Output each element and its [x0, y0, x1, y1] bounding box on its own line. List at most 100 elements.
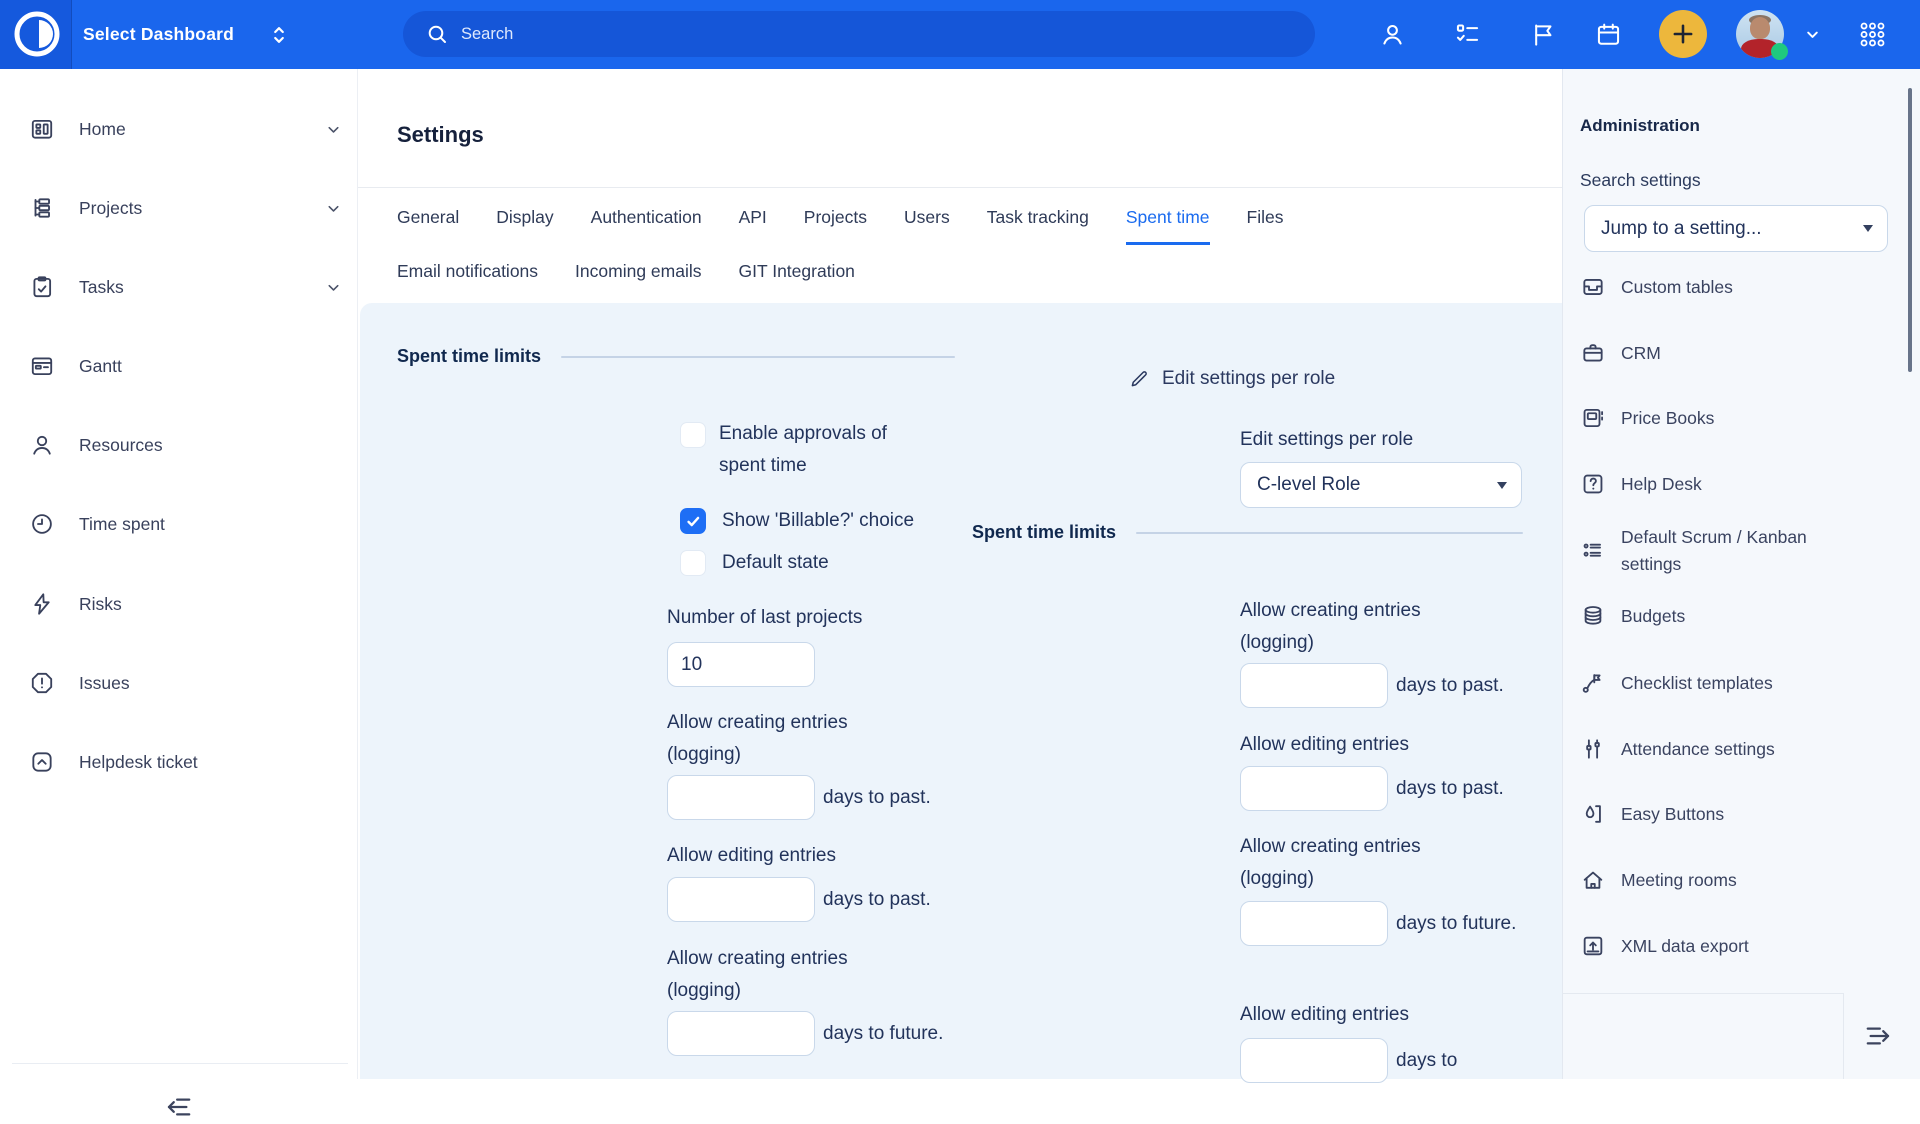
admin-item-custom-tables[interactable]: Custom tables: [1580, 263, 1910, 311]
sidebar-item-home[interactable]: Home: [0, 105, 358, 153]
global-search[interactable]: [403, 11, 1315, 57]
lightning-icon: [29, 591, 55, 617]
sidebar-collapse-button[interactable]: [163, 1090, 197, 1124]
chevron-down-icon[interactable]: [325, 121, 342, 138]
list-bullets-icon: [1580, 538, 1606, 564]
tab-api[interactable]: API: [739, 207, 767, 245]
admin-item-label: Custom tables: [1621, 274, 1733, 301]
calendar-button[interactable]: [1595, 0, 1622, 69]
tab-task-tracking[interactable]: Task tracking: [987, 207, 1089, 245]
admin-item-help-desk[interactable]: Help Desk: [1580, 460, 1910, 508]
sidebar-item-label: Tasks: [79, 277, 124, 298]
role-allow-editing-days-past-input[interactable]: [1240, 766, 1388, 811]
app-logo-icon: [12, 9, 62, 64]
sidebar-item-helpdesk-ticket[interactable]: Helpdesk ticket: [0, 738, 358, 786]
scrollbar-thumb[interactable]: [1908, 88, 1912, 372]
jump-to-setting-select[interactable]: Jump to a setting...: [1584, 205, 1888, 252]
field-suffix: days to past.: [823, 889, 931, 910]
field-label-allow-editing-entries: Allow editing entries: [667, 840, 836, 872]
clipboard-check-icon: [29, 274, 55, 300]
role-allow-creating-days-past-input[interactable]: [1240, 663, 1388, 708]
profile-menu-button[interactable]: [1801, 0, 1824, 69]
flag-path-icon: [1580, 670, 1606, 696]
chevron-down-icon[interactable]: [325, 279, 342, 296]
chevron-down-icon: [1801, 23, 1824, 46]
sidebar-item-label: Issues: [79, 673, 130, 694]
tab-authentication[interactable]: Authentication: [591, 207, 702, 245]
avatar-face: [1750, 17, 1770, 39]
tab-git-integration[interactable]: GIT Integration: [739, 261, 855, 296]
tab-general[interactable]: General: [397, 207, 459, 245]
admin-item-price-books[interactable]: Price Books: [1580, 394, 1910, 442]
admin-item-easy-buttons[interactable]: Easy Buttons: [1580, 790, 1910, 838]
search-icon: [425, 22, 449, 46]
checkbox-show-billable[interactable]: [680, 508, 706, 534]
role-field-label-allow-creating: Allow creating entries (logging): [1240, 595, 1452, 658]
sidebar-item-projects[interactable]: Projects: [0, 184, 358, 232]
role-field-label-allow-editing-future: Allow editing entries: [1240, 999, 1409, 1031]
tab-projects[interactable]: Projects: [804, 207, 867, 245]
role-select[interactable]: C-level Role: [1240, 462, 1522, 508]
tab-spent-time[interactable]: Spent time: [1126, 207, 1210, 245]
field-row: days to future.: [1240, 901, 1524, 946]
sidebar-item-label: Projects: [79, 198, 142, 219]
caret-down-icon: [1863, 225, 1873, 232]
tab-users[interactable]: Users: [904, 207, 950, 245]
admin-item-checklist-templates[interactable]: Checklist templates: [1580, 659, 1910, 707]
section-rule: [561, 356, 955, 358]
tab-display[interactable]: Display: [496, 207, 553, 245]
role-allow-creating-days-future-input[interactable]: [1240, 901, 1388, 946]
dashboard-selector[interactable]: Select Dashboard: [83, 0, 292, 69]
sidebar-item-risks[interactable]: Risks: [0, 580, 358, 628]
checklist-icon: [1454, 21, 1481, 48]
allow-editing-days-past-input[interactable]: [667, 877, 815, 922]
app-logo-zone[interactable]: [0, 0, 72, 69]
admin-item-xml-data-export[interactable]: XML data export: [1580, 922, 1910, 970]
plus-icon: [1669, 20, 1697, 48]
sidebar-item-tasks[interactable]: Tasks: [0, 263, 358, 311]
number-of-last-projects-input[interactable]: [667, 642, 815, 687]
sidebar-item-gantt[interactable]: Gantt: [0, 342, 358, 390]
allow-creating-days-past-input[interactable]: [667, 775, 815, 820]
section-title: Spent time limits: [397, 346, 541, 367]
top-navigation-bar: Select Dashboard: [0, 0, 1920, 69]
admin-panel-expand-button[interactable]: [1860, 1019, 1894, 1053]
sidebar-item-label: Resources: [79, 435, 163, 456]
field-row: days to past.: [667, 775, 951, 820]
admin-item-label: Easy Buttons: [1621, 801, 1724, 828]
search-input[interactable]: [461, 25, 1261, 44]
person-icon: [29, 432, 55, 458]
sidebar-item-resources[interactable]: Resources: [0, 421, 358, 469]
section-heading-spent-time-limits: Spent time limits: [397, 346, 955, 367]
flag-button[interactable]: [1530, 0, 1557, 69]
admin-item-label: Price Books: [1621, 405, 1714, 432]
sidebar-item-time-spent[interactable]: Time spent: [0, 500, 358, 548]
create-new-button[interactable]: [1659, 10, 1707, 58]
tab-files[interactable]: Files: [1247, 207, 1284, 245]
role-allow-editing-days-future-input[interactable]: [1240, 1038, 1388, 1083]
pencil-icon: [1128, 367, 1151, 390]
checkbox-default-state[interactable]: [680, 550, 706, 576]
user-profile-button[interactable]: [1379, 0, 1406, 69]
tab-incoming-emails[interactable]: Incoming emails: [575, 261, 701, 296]
tasks-list-button[interactable]: [1454, 0, 1481, 69]
apps-grid-button[interactable]: [1858, 0, 1887, 69]
admin-item-scrum-kanban[interactable]: Default Scrum / Kanban settings: [1580, 524, 1910, 578]
drop-bracket-icon: [1580, 801, 1606, 827]
admin-item-meeting-rooms[interactable]: Meeting rooms: [1580, 856, 1910, 904]
question-square-icon: [1580, 471, 1606, 497]
gantt-window-icon: [29, 353, 55, 379]
admin-item-attendance-settings[interactable]: Attendance settings: [1580, 725, 1910, 773]
admin-item-budgets[interactable]: Budgets: [1580, 592, 1910, 640]
admin-item-label: Default Scrum / Kanban settings: [1621, 524, 1836, 578]
field-suffix: days to past.: [1396, 778, 1504, 799]
sidebar-item-issues[interactable]: Issues: [0, 659, 358, 707]
house-icon: [1580, 867, 1606, 893]
tab-email-notifications[interactable]: Email notifications: [397, 261, 538, 296]
checkbox-enable-approvals[interactable]: [680, 422, 706, 448]
collapse-left-icon: [163, 1090, 197, 1124]
admin-item-crm[interactable]: CRM: [1580, 329, 1910, 377]
allow-creating-days-future-input[interactable]: [667, 1011, 815, 1056]
edit-settings-per-role-link[interactable]: Edit settings per role: [1128, 367, 1335, 390]
chevron-down-icon[interactable]: [325, 200, 342, 217]
